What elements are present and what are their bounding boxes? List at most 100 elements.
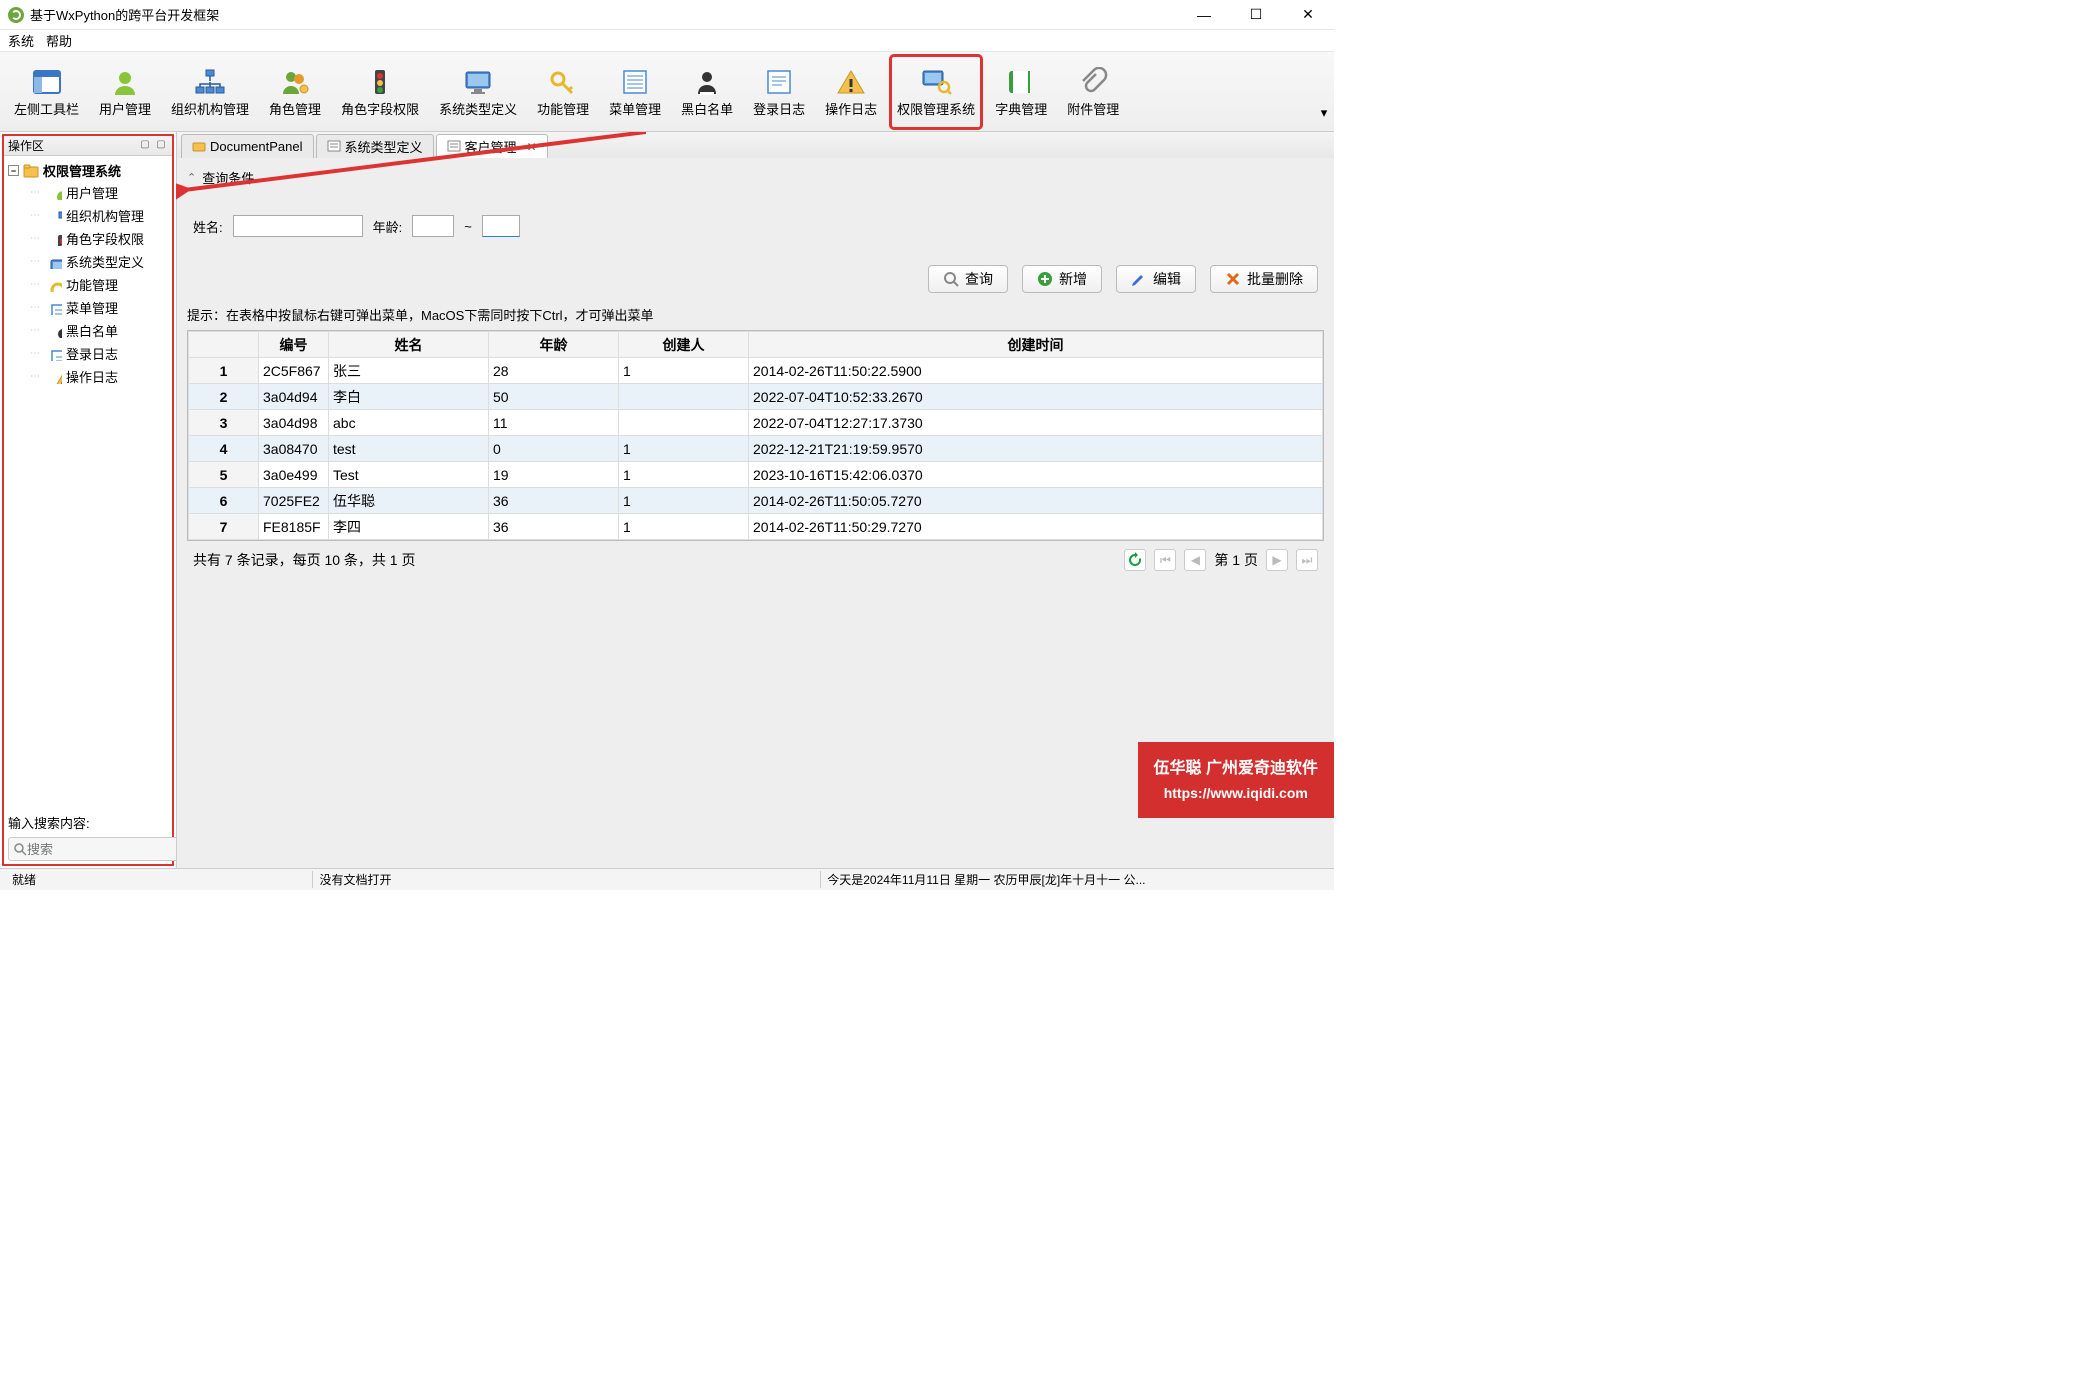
org-icon (193, 65, 227, 99)
monitor-icon (461, 65, 495, 99)
tree-item[interactable]: ⋯系统类型定义 (6, 250, 170, 273)
menu-help[interactable]: 帮助 (46, 31, 72, 50)
toolbar-label: 功能管理 (537, 99, 589, 118)
query-section-header[interactable]: ⌃ 查询条件 (187, 164, 1324, 191)
toolbar-role[interactable]: 角色管理 (263, 56, 327, 128)
close-button[interactable]: ✕ (1290, 3, 1326, 27)
toolbar-key[interactable]: 功能管理 (531, 56, 595, 128)
tree-item[interactable]: ⋯用户管理 (6, 181, 170, 204)
tree-item[interactable]: ⋯菜单管理 (6, 296, 170, 319)
table-row[interactable]: 33a04d98abc112022-07-04T12:27:17.3730 (189, 410, 1323, 436)
tree-item[interactable]: ⋯组织机构管理 (6, 204, 170, 227)
key-icon (546, 65, 580, 99)
dict-icon (1004, 65, 1038, 99)
tree-item[interactable]: ⋯登录日志 (6, 342, 170, 365)
toolbar-attachment[interactable]: 附件管理 (1061, 56, 1125, 128)
delete-icon (1225, 271, 1241, 287)
age-min-input[interactable] (412, 215, 454, 237)
tab-close-icon[interactable]: ✕ (527, 140, 537, 154)
tree-expand-toggle[interactable]: − (8, 165, 19, 176)
tree-item-label: 黑白名单 (66, 321, 118, 340)
refresh-button[interactable] (1124, 549, 1146, 571)
table-row[interactable]: 23a04d94李白502022-07-04T10:52:33.2670 (189, 384, 1323, 410)
form-icon (46, 300, 62, 316)
tree-root-label[interactable]: 权限管理系统 (43, 161, 121, 180)
toolbar-traffic[interactable]: 角色字段权限 (335, 56, 425, 128)
tree-item-label: 操作日志 (66, 367, 118, 386)
left-panel-collapse[interactable]: ▢ (138, 139, 152, 153)
tab[interactable]: 系统类型定义 (316, 134, 434, 158)
tree-item[interactable]: ⋯角色字段权限 (6, 227, 170, 250)
query-section-label: 查询条件 (202, 168, 254, 187)
search-icon (13, 842, 27, 856)
data-table[interactable]: 编号姓名年龄创建人创建时间 12C5F867张三2812014-02-26T11… (187, 330, 1324, 541)
column-header[interactable]: 创建人 (619, 332, 749, 358)
toolbar-warning[interactable]: 操作日志 (819, 56, 883, 128)
toolbar-label: 左侧工具栏 (14, 99, 79, 118)
table-row[interactable]: 12C5F867张三2812014-02-26T11:50:22.5900 (189, 358, 1323, 384)
tree-item[interactable]: ⋯功能管理 (6, 273, 170, 296)
toolbar-panel[interactable]: 左侧工具栏 (8, 56, 85, 128)
traffic-icon (46, 231, 62, 247)
age-label: 年龄: (373, 217, 403, 236)
chevron-up-icon: ⌃ (187, 171, 196, 184)
tab[interactable]: DocumentPanel (181, 134, 314, 158)
next-page-button[interactable]: ▶ (1266, 549, 1288, 571)
tree-item[interactable]: ⋯操作日志 (6, 365, 170, 388)
age-max-input[interactable] (482, 215, 520, 237)
add-button[interactable]: 新增 (1022, 265, 1102, 293)
minimize-button[interactable]: — (1186, 3, 1222, 27)
name-input[interactable] (233, 215, 363, 237)
right-panel: DocumentPanel系统类型定义客户管理✕ ⌃ 查询条件 姓名: 年龄: … (176, 132, 1334, 868)
left-panel-title: 操作区 (8, 137, 136, 154)
toolbar-label: 操作日志 (825, 99, 877, 118)
search-button[interactable]: 查询 (928, 265, 1008, 293)
toolbar-label: 角色管理 (269, 99, 321, 118)
pencil-icon (1131, 271, 1147, 287)
column-header[interactable]: 创建时间 (749, 332, 1323, 358)
column-header[interactable] (189, 332, 259, 358)
table-hint: 提示：在表格中按鼠标右键可弹出菜单，MacOS下需同时按下Ctrl，才可弹出菜单 (187, 303, 1324, 330)
column-header[interactable]: 年龄 (489, 332, 619, 358)
left-panel-toggle[interactable]: ▢ (154, 139, 168, 153)
tree-item-label: 用户管理 (66, 183, 118, 202)
column-header[interactable]: 姓名 (329, 332, 489, 358)
table-row[interactable]: 43a08470test012022-12-21T21:19:59.9570 (189, 436, 1323, 462)
edit-button[interactable]: 编辑 (1116, 265, 1196, 293)
tab-label: 系统类型定义 (345, 137, 423, 156)
left-panel: 操作区 ▢ ▢ − 权限管理系统 ⋯用户管理⋯组织机构管理⋯角色字段权限⋯系统类… (2, 134, 174, 866)
tree-item[interactable]: ⋯黑白名单 (6, 319, 170, 342)
toolbar-permsys[interactable]: 权限管理系统 (891, 56, 981, 128)
table-row[interactable]: 53a0e499Test1912023-10-16T15:42:06.0370 (189, 462, 1323, 488)
toolbar-monitor[interactable]: 系统类型定义 (433, 56, 523, 128)
tab-strip: DocumentPanel 系统类型定义 客户管理 ✕ (177, 132, 1334, 158)
column-header[interactable]: 编号 (259, 332, 329, 358)
toolbar-label: 登录日志 (753, 99, 805, 118)
page-summary: 共有 7 条记录，每页 10 条，共 1 页 (193, 550, 1116, 570)
toolbar-label: 附件管理 (1067, 99, 1119, 118)
tab-icon (447, 140, 461, 154)
table-row[interactable]: 67025FE2伍华聪3612014-02-26T11:50:05.7270 (189, 488, 1323, 514)
tab[interactable]: 客户管理 ✕ (436, 134, 548, 158)
prev-page-button[interactable]: ◀ (1184, 549, 1206, 571)
log-icon (46, 346, 62, 362)
maximize-button[interactable]: ☐ (1238, 3, 1274, 27)
toolbar-blacklist[interactable]: 黑白名单 (675, 56, 739, 128)
toolbar-org[interactable]: 组织机构管理 (165, 56, 255, 128)
delete-button[interactable]: 批量删除 (1210, 265, 1318, 293)
last-page-button[interactable]: ⏭ (1296, 549, 1318, 571)
toolbar-log[interactable]: 登录日志 (747, 56, 811, 128)
first-page-button[interactable]: ⏮ (1154, 549, 1176, 571)
tree-item-label: 系统类型定义 (66, 252, 144, 271)
tab-label: 客户管理 (465, 137, 517, 156)
toolbar-user[interactable]: 用户管理 (93, 56, 157, 128)
table-row[interactable]: 7FE8185F李四3612014-02-26T11:50:29.7270 (189, 514, 1323, 540)
tree-item-label: 组织机构管理 (66, 206, 144, 225)
toolbar-form[interactable]: 菜单管理 (603, 56, 667, 128)
menu-system[interactable]: 系统 (8, 31, 34, 50)
toolbar-dict[interactable]: 字典管理 (989, 56, 1053, 128)
folder-icon (23, 163, 39, 179)
toolbar-label: 黑白名单 (681, 99, 733, 118)
toolbar-overflow[interactable]: ▾ (1318, 57, 1330, 127)
plus-icon (1037, 271, 1053, 287)
